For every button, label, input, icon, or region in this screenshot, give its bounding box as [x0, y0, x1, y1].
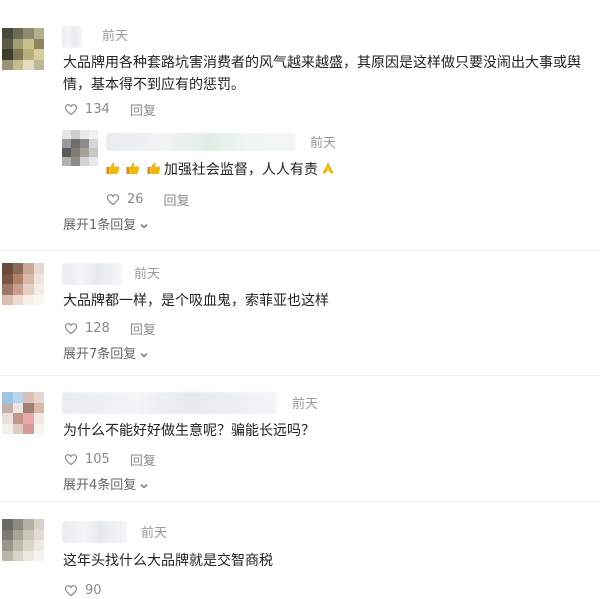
like-count: 134 — [85, 101, 110, 117]
chevron-down-icon — [140, 484, 148, 489]
emoji-group — [105, 159, 162, 181]
chevron-down-icon — [140, 224, 148, 229]
expand-replies-button[interactable]: 展开1条回复 — [63, 218, 149, 234]
thumbs-up-outline-icon — [106, 194, 120, 206]
reply-reply-button[interactable]: 回复 — [164, 190, 190, 209]
reply-button[interactable]: 回复 — [130, 450, 156, 469]
reply-text-content: 加强社会监督，人人有责 — [163, 162, 318, 178]
comment-text: 大品牌都一样，是个吸血鬼，索菲亚也这样 — [63, 293, 329, 309]
reply-button[interactable]: 回复 — [130, 319, 156, 338]
like-button[interactable]: 134 — [63, 101, 110, 117]
thumbs-up-emoji-icon — [147, 162, 161, 174]
thumbs-up-emoji-icon — [106, 162, 120, 174]
reply-date: 前天 — [310, 136, 337, 151]
like-button[interactable]: 90 — [63, 582, 102, 598]
expand-replies-label: 展开4条回复 — [63, 478, 137, 493]
comment-actions: 128 回复 — [63, 319, 156, 338]
reply-like-button[interactable]: 26 — [105, 191, 144, 207]
comment-date: 前天 — [134, 267, 161, 282]
comment-item: 前天 大品牌用各种套路坑害消费者的风气越来越盛，其原因是这样做只要没闹出大事或舆… — [0, 0, 600, 250]
thumbs-up-outline-icon — [64, 323, 78, 335]
thumbs-up-emoji-icon — [126, 162, 140, 174]
reply-button[interactable]: 回复 — [130, 100, 156, 119]
username-blurred[interactable] — [62, 26, 82, 48]
comment-actions: 90 — [63, 581, 102, 599]
comment-text: 这年头找什么大品牌就是交智商税 — [63, 553, 273, 569]
avatar[interactable] — [2, 28, 44, 70]
comment-item: 前天 大品牌都一样，是个吸血鬼，索菲亚也这样 128 回复 展开7条回复 — [0, 251, 600, 375]
comment-date: 前天 — [102, 29, 129, 44]
expand-replies-button[interactable]: 展开7条回复 — [63, 347, 149, 363]
expand-replies-button[interactable]: 展开4条回复 — [63, 478, 149, 494]
reply-username-blurred[interactable] — [106, 133, 296, 151]
like-count: 105 — [85, 451, 110, 467]
expand-replies-label: 展开7条回复 — [63, 347, 137, 362]
thumbs-up-outline-icon — [64, 104, 78, 116]
avatar[interactable] — [2, 519, 44, 561]
avatar[interactable] — [2, 392, 44, 434]
comment-text: 为什么不能好好做生意呢？骗能长远吗？ — [63, 423, 315, 439]
comment-actions: 105 回复 — [63, 450, 156, 469]
thumbs-up-outline-icon — [64, 454, 78, 466]
folded-hands-emoji-icon — [322, 162, 334, 174]
reply-like-count: 26 — [127, 191, 144, 207]
comment-date: 前天 — [292, 397, 319, 412]
thumbs-up-outline-icon — [64, 585, 78, 597]
expand-replies-label: 展开1条回复 — [63, 218, 137, 233]
like-count: 128 — [85, 320, 110, 336]
comment-actions: 134 回复 — [63, 100, 156, 119]
reply-text: 加强社会监督，人人有责 — [105, 159, 585, 181]
comment-item: 前天 这年头找什么大品牌就是交智商税 90 — [0, 502, 600, 598]
chevron-down-icon — [140, 353, 148, 358]
avatar[interactable] — [2, 263, 44, 305]
username-blurred[interactable] — [62, 263, 122, 285]
comment-date: 前天 — [141, 526, 168, 541]
reply-avatar[interactable] — [62, 130, 98, 166]
reply-actions: 26 回复 — [105, 190, 190, 209]
comment-item: 前天 为什么不能好好做生意呢？骗能长远吗？ 105 回复 展开4条回复 — [0, 376, 600, 500]
comment-text: 大品牌用各种套路坑害消费者的风气越来越盛，其原因是这样做只要没闹出大事或舆情，基… — [63, 55, 581, 93]
like-count: 90 — [85, 582, 102, 598]
username-blurred[interactable] — [62, 392, 277, 414]
like-button[interactable]: 128 — [63, 320, 110, 336]
like-button[interactable]: 105 — [63, 451, 110, 467]
username-blurred[interactable] — [62, 521, 127, 543]
